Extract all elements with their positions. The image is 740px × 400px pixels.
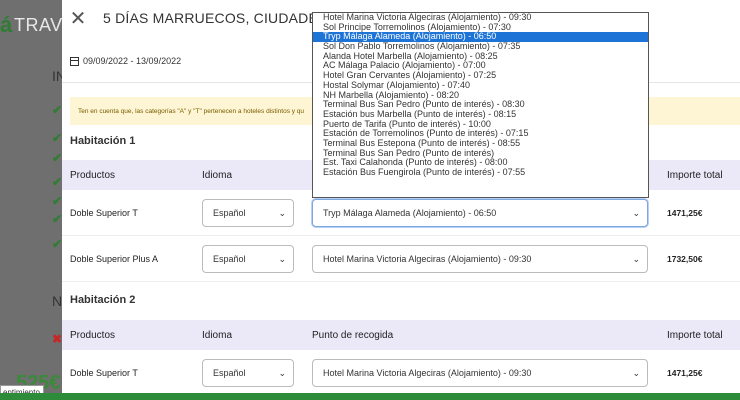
- dropdown-option[interactable]: Sol Principe Torremolinos (Alojamiento) …: [313, 23, 648, 33]
- pickup-dropdown-list[interactable]: Hotel Marina Victoria Algeciras (Alojami…: [312, 12, 649, 198]
- bottom-bar: [0, 393, 740, 400]
- header-language: Idioma: [202, 330, 233, 341]
- dropdown-option[interactable]: Terminal Bus San Pedro (Punto de interés…: [313, 100, 648, 110]
- check-icon: ✔: [52, 237, 63, 251]
- pickup-select[interactable]: Hotel Marina Victoria Algeciras (Alojami…: [312, 359, 648, 387]
- room-title: Habitación 2: [70, 294, 136, 306]
- header-pickup: Punto de recogida: [312, 330, 394, 341]
- language-select-value: Español: [213, 254, 246, 264]
- dropdown-option[interactable]: Hotel Gran Cervantes (Alojamiento) - 07:…: [313, 71, 648, 81]
- background-section-heading-2: N: [52, 293, 63, 309]
- logo-mark: á: [0, 12, 13, 37]
- chevron-down-icon: ⌄: [278, 368, 286, 378]
- product-name: Doble Superior Plus A: [70, 254, 159, 264]
- pickup-select[interactable]: Tryp Málaga Alameda (Alojamiento) - 06:5…: [312, 199, 648, 227]
- dropdown-option[interactable]: Tryp Málaga Alameda (Alojamiento) - 06:5…: [313, 32, 648, 43]
- chevron-down-icon: ⌄: [632, 254, 640, 264]
- close-button[interactable]: ✕: [68, 8, 88, 30]
- check-icon: ✔: [52, 175, 63, 189]
- table-row: Doble Superior Plus A Español ⌄ Hotel Ma…: [62, 236, 740, 282]
- header-language: Idioma: [202, 170, 233, 181]
- pickup-select-value: Hotel Marina Victoria Algeciras (Alojami…: [323, 254, 532, 264]
- pickup-select-value: Tryp Málaga Alameda (Alojamiento) - 06:5…: [323, 208, 497, 218]
- dropdown-option[interactable]: Terminal Bus Estepona (Punto de interés)…: [313, 139, 648, 149]
- dropdown-option[interactable]: NH Marbella (Alojamiento) - 08:20: [313, 91, 648, 101]
- table-row: Doble Superior T Español ⌄ Hotel Marina …: [62, 350, 740, 393]
- dropdown-option[interactable]: Alanda Hotel Marbella (Alojamiento) - 08…: [313, 52, 648, 62]
- table-header: Productos Idioma Punto de recogida Impor…: [62, 320, 740, 350]
- dropdown-option[interactable]: Sol Don Pablo Torremolinos (Alojamiento)…: [313, 42, 648, 52]
- row-total: 1471,25€: [667, 368, 703, 378]
- dropdown-option[interactable]: Hotel Marina Victoria Algeciras (Alojami…: [313, 13, 648, 23]
- row-total: 1732,50€: [667, 254, 703, 264]
- header-products: Productos: [70, 330, 116, 341]
- dropdown-option[interactable]: Estación de Torremolinos (Punto de inter…: [313, 129, 648, 139]
- check-icon: ✔: [52, 212, 63, 226]
- date-range: 09/09/2022 - 13/09/2022: [70, 56, 181, 66]
- dropdown-option[interactable]: Est. Taxi Calahonda (Punto de interés) -…: [313, 158, 648, 168]
- language-select[interactable]: Español ⌄: [202, 359, 294, 387]
- pickup-select[interactable]: Hotel Marina Victoria Algeciras (Alojami…: [312, 245, 648, 273]
- dropdown-option[interactable]: AC Málaga Palacio (Alojamiento) - 07:00: [313, 61, 648, 71]
- product-name: Doble Superior T: [70, 208, 138, 218]
- dropdown-option[interactable]: Estación bus Marbella (Punto de interés)…: [313, 110, 648, 120]
- language-select[interactable]: Español ⌄: [202, 199, 294, 227]
- date-range-text: 09/09/2022 - 13/09/2022: [83, 56, 182, 66]
- dropdown-option[interactable]: Terminal Bus San Pedro (Punto de interés…: [313, 149, 648, 159]
- header-total: Importe total: [667, 170, 723, 181]
- header-total: Importe total: [667, 330, 723, 341]
- brand-logo: á TRAVEL: [0, 12, 85, 38]
- calendar-icon: [70, 56, 79, 66]
- check-icon: ✔: [52, 131, 63, 145]
- row-total: 1471,25€: [667, 208, 703, 218]
- cross-icon: ✖: [52, 332, 63, 346]
- dropdown-option[interactable]: Hostal Solymar (Alojamiento) - 07:40: [313, 81, 648, 91]
- pickup-select-value: Hotel Marina Victoria Algeciras (Alojami…: [323, 368, 532, 378]
- language-select-value: Español: [213, 208, 246, 218]
- check-icon: ✔: [52, 151, 63, 165]
- check-icon: ✔: [52, 194, 63, 208]
- language-select[interactable]: Español ⌄: [202, 245, 294, 273]
- product-name: Doble Superior T: [70, 368, 138, 378]
- chevron-down-icon: ⌄: [278, 254, 286, 264]
- chevron-down-icon: ⌄: [632, 208, 640, 218]
- modal-title: 5 DÍAS MARRUECOS, CIUDADES IMPER: [103, 10, 313, 26]
- chevron-down-icon: ⌄: [632, 368, 640, 378]
- header-products: Productos: [70, 170, 116, 181]
- language-select-value: Español: [213, 368, 246, 378]
- room-title: Habitación 1: [70, 135, 136, 147]
- dropdown-option[interactable]: Estación Bus Fuengirola (Punto de interé…: [313, 168, 648, 178]
- chevron-down-icon: ⌄: [278, 208, 286, 218]
- dropdown-option[interactable]: Puerto de Tarifa (Punto de interés) - 10…: [313, 120, 648, 130]
- check-icon: ✔: [52, 103, 63, 117]
